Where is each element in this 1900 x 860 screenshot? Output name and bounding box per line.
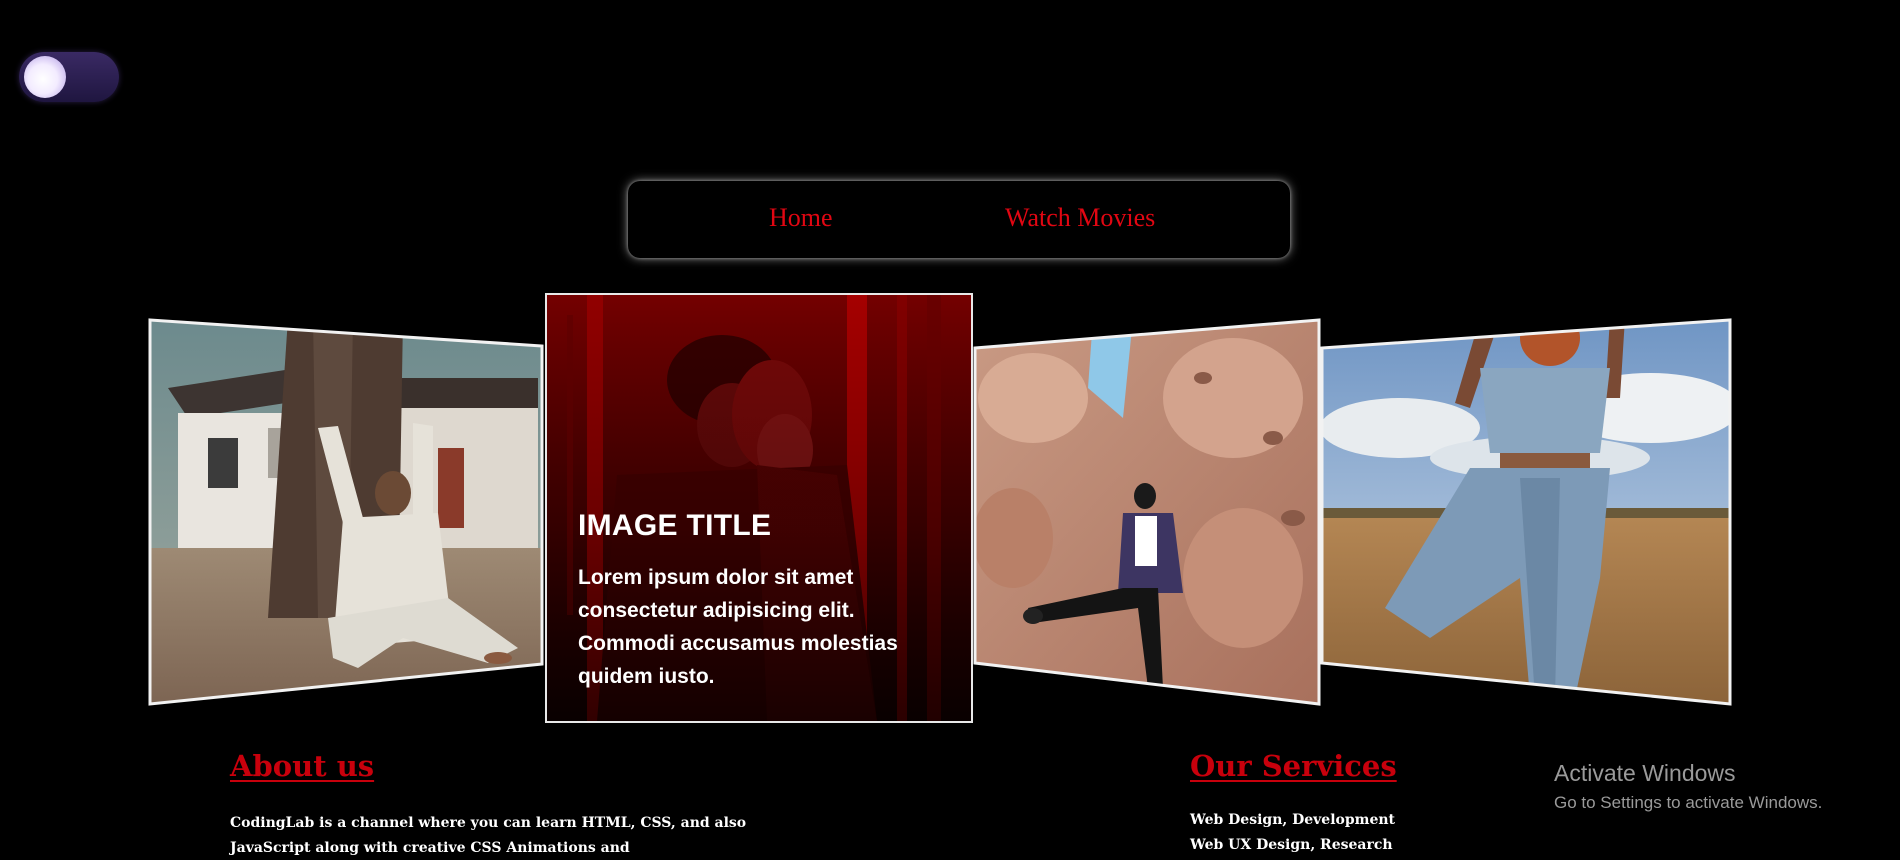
about-us-text: CodingLab is a channel where you can lea… bbox=[230, 815, 747, 856]
activate-windows-subtitle: Go to Settings to activate Windows. bbox=[1554, 793, 1823, 812]
nav-watch-movies-link[interactable]: Watch Movies bbox=[1005, 203, 1155, 233]
our-services-heading: Our Services bbox=[1190, 749, 1397, 783]
image-title: IMAGE TITLE bbox=[578, 509, 772, 542]
gallery-image-woman-in-field[interactable] bbox=[1320, 318, 1732, 706]
service-item: Web Design, Development bbox=[1190, 812, 1396, 828]
navbar: Home Watch Movies bbox=[628, 181, 1290, 258]
image-description: Lorem ipsum dolor sit amet consectetur a… bbox=[578, 566, 898, 688]
activate-windows-title: Activate Windows bbox=[1554, 760, 1736, 786]
service-item: Web UX Design, Research bbox=[1190, 837, 1393, 853]
gallery-image-man-by-tree[interactable] bbox=[148, 318, 544, 706]
about-us-heading: About us bbox=[230, 749, 375, 783]
theme-toggle[interactable] bbox=[19, 52, 119, 102]
gallery-image-active[interactable]: IMAGE TITLE Lorem ipsum dolor sit amet c… bbox=[545, 293, 973, 723]
moon-icon bbox=[24, 56, 66, 98]
nav-home-link[interactable]: Home bbox=[769, 203, 833, 233]
gallery-image-woman-on-rock[interactable] bbox=[973, 318, 1321, 706]
